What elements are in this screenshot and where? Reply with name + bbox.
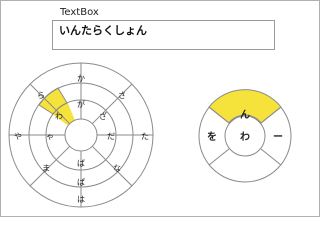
key-za[interactable]: ざ: [99, 111, 107, 121]
key-wo[interactable]: を: [207, 131, 217, 143]
key-da[interactable]: だ: [107, 132, 115, 141]
key-pa[interactable]: ぱ: [77, 178, 85, 187]
key-ba[interactable]: ば: [77, 159, 85, 168]
key-ta[interactable]: た: [141, 132, 149, 141]
keyboard-window: TextBox いんたらくしょん か さ た な は ま や ら が ざ だ ば…: [0, 0, 320, 217]
key-ha[interactable]: は: [77, 195, 85, 204]
key-ka[interactable]: か: [77, 74, 85, 83]
key-wa-highlighted[interactable]: わ: [55, 112, 63, 121]
key-wa-center[interactable]: わ: [240, 131, 250, 143]
key-small-ya[interactable]: ゃ: [46, 132, 54, 141]
key-long-vowel[interactable]: ー: [273, 132, 283, 143]
key-sa[interactable]: さ: [118, 91, 126, 100]
key-ya[interactable]: や: [14, 132, 22, 141]
key-n-highlighted[interactable]: ん: [240, 109, 250, 121]
key-na[interactable]: な: [113, 164, 121, 173]
key-ra[interactable]: ら: [37, 91, 45, 100]
key-ma[interactable]: ま: [42, 164, 50, 173]
wheel-canvas: か さ た な は ま や ら が ざ だ ば ぱ ゃ わ ん を わ ー: [8, 62, 292, 208]
key-ga[interactable]: が: [77, 99, 85, 109]
